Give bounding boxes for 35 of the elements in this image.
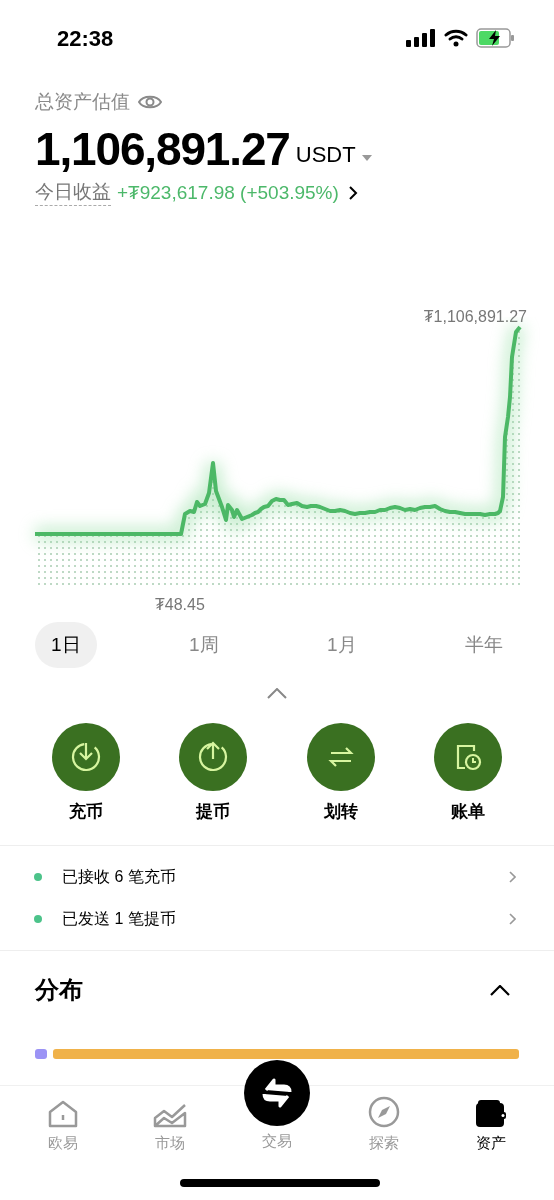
range-tab[interactable]: 1周 (173, 622, 235, 668)
compass-icon (367, 1096, 400, 1128)
chart-icon (153, 1102, 188, 1128)
status-time: 22:38 (57, 24, 114, 53)
max-value-label: ₮1,106,891.27 (423, 307, 527, 327)
nav-tab[interactable]: 资产 (445, 1086, 536, 1155)
notification-text: 已接收 6 笔充币 (62, 867, 177, 887)
chevron-right-icon (509, 913, 516, 925)
wallet-icon (474, 1100, 507, 1128)
battery-icon (476, 28, 516, 48)
today-pnl-label[interactable]: 今日收益 (35, 179, 111, 207)
min-value-label: ₮48.45 (155, 595, 205, 615)
chevron-right-icon (509, 871, 516, 883)
total-amount: 1,106,891.27 (35, 121, 290, 177)
dropdown-caret-icon[interactable] (361, 154, 372, 161)
currency-label[interactable]: USDT (295, 136, 356, 173)
today-pnl-value: +₮923,617.98 (+503.95%) (117, 180, 339, 205)
total-assets-label: 总资产估值 (35, 90, 130, 114)
notification-row[interactable]: 已发送 1 笔提币 (0, 898, 554, 940)
chevron-up-icon[interactable] (490, 984, 510, 996)
eye-icon[interactable] (138, 94, 162, 111)
signal-icon (406, 29, 436, 47)
section-title: 分布 (35, 975, 83, 1005)
range-tab[interactable]: 1月 (311, 622, 373, 668)
notification-row[interactable]: 已接收 6 笔充币 (0, 856, 554, 898)
action-label[interactable]: 划转 (323, 799, 358, 825)
home-icon (48, 1100, 79, 1128)
wifi-icon (444, 29, 468, 47)
action-label[interactable]: 提币 (196, 799, 231, 825)
action-label[interactable]: 充币 (68, 799, 103, 825)
range-tab[interactable]: 1日 (35, 622, 97, 668)
action-label[interactable]: 账单 (451, 799, 486, 825)
range-tab[interactable]: 半年 (449, 622, 519, 668)
chevron-right-icon[interactable] (348, 185, 358, 200)
notification-text: 已发送 1 笔提币 (62, 909, 177, 929)
